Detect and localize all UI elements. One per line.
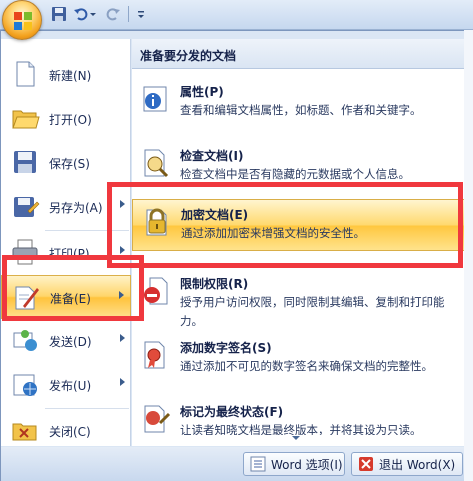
- submenu-item-mark-final[interactable]: 标记为最终状态(F) 让读者知晓文档是最终版本，并将其设为只读。: [132, 397, 465, 435]
- office-button[interactable]: [2, 0, 42, 40]
- restrict-permission-icon: [140, 275, 172, 307]
- open-folder-icon: [10, 103, 40, 133]
- close-folder-icon: [10, 415, 40, 445]
- save-as-icon: [10, 191, 40, 221]
- annotation-box-encrypt: [107, 182, 463, 268]
- new-document-icon: [10, 59, 40, 89]
- menu-item-send[interactable]: 发送(D): [1, 319, 131, 363]
- publish-icon: [10, 369, 40, 399]
- office-menu-footer: Word 选项(I) 退出 Word(X): [1, 447, 467, 481]
- save-icon[interactable]: [50, 5, 68, 23]
- menu-item-save[interactable]: 保存(S): [1, 141, 131, 185]
- menu-item-open[interactable]: 打开(O): [1, 97, 131, 141]
- inspect-document-icon: [140, 147, 172, 179]
- document-edge: [464, 30, 473, 481]
- scroll-down-icon[interactable]: [292, 436, 300, 440]
- undo-icon[interactable]: [72, 5, 90, 23]
- submenu-item-digital-signature[interactable]: 添加数字签名(S) 通过添加不可见的数字签名来确保文档的完整性。: [132, 333, 465, 393]
- digital-signature-icon: [140, 339, 172, 371]
- submenu-title: 准备要分发的文档: [140, 49, 237, 63]
- quick-access-toolbar: [0, 0, 473, 30]
- submenu-arrow-icon: [120, 334, 125, 342]
- exit-word-button[interactable]: 退出 Word(X): [351, 452, 463, 476]
- submenu-arrow-icon: [120, 378, 125, 386]
- mark-final-icon: [140, 403, 172, 435]
- submenu-item-restrict[interactable]: 限制权限(R) 授予用户访问权限，同时限制其编辑、复制和打印能力。: [132, 269, 465, 331]
- options-icon: [250, 456, 266, 472]
- save-icon: [10, 147, 40, 177]
- chevron-down-icon[interactable]: [89, 5, 97, 23]
- submenu-item-inspect[interactable]: 检查文档(I) 检查文档中是否有隐藏的元数据或个人信息。: [132, 141, 465, 187]
- send-icon: [10, 325, 40, 355]
- menu-item-new[interactable]: 新建(N): [1, 53, 131, 97]
- toolbar-divider: [128, 6, 129, 22]
- submenu-header: 准备要分发的文档: [132, 39, 465, 69]
- exit-icon: [358, 456, 374, 472]
- customize-qat-icon[interactable]: [136, 5, 146, 23]
- properties-icon: [140, 83, 172, 115]
- word-options-button[interactable]: Word 选项(I): [243, 452, 345, 476]
- redo-icon[interactable]: [104, 5, 122, 23]
- office-logo-icon: [14, 12, 32, 30]
- menu-item-publish[interactable]: 发布(U): [1, 363, 131, 407]
- submenu-item-properties[interactable]: 属性(P) 查看和编辑文档属性，如标题、作者和关键字。: [132, 77, 465, 137]
